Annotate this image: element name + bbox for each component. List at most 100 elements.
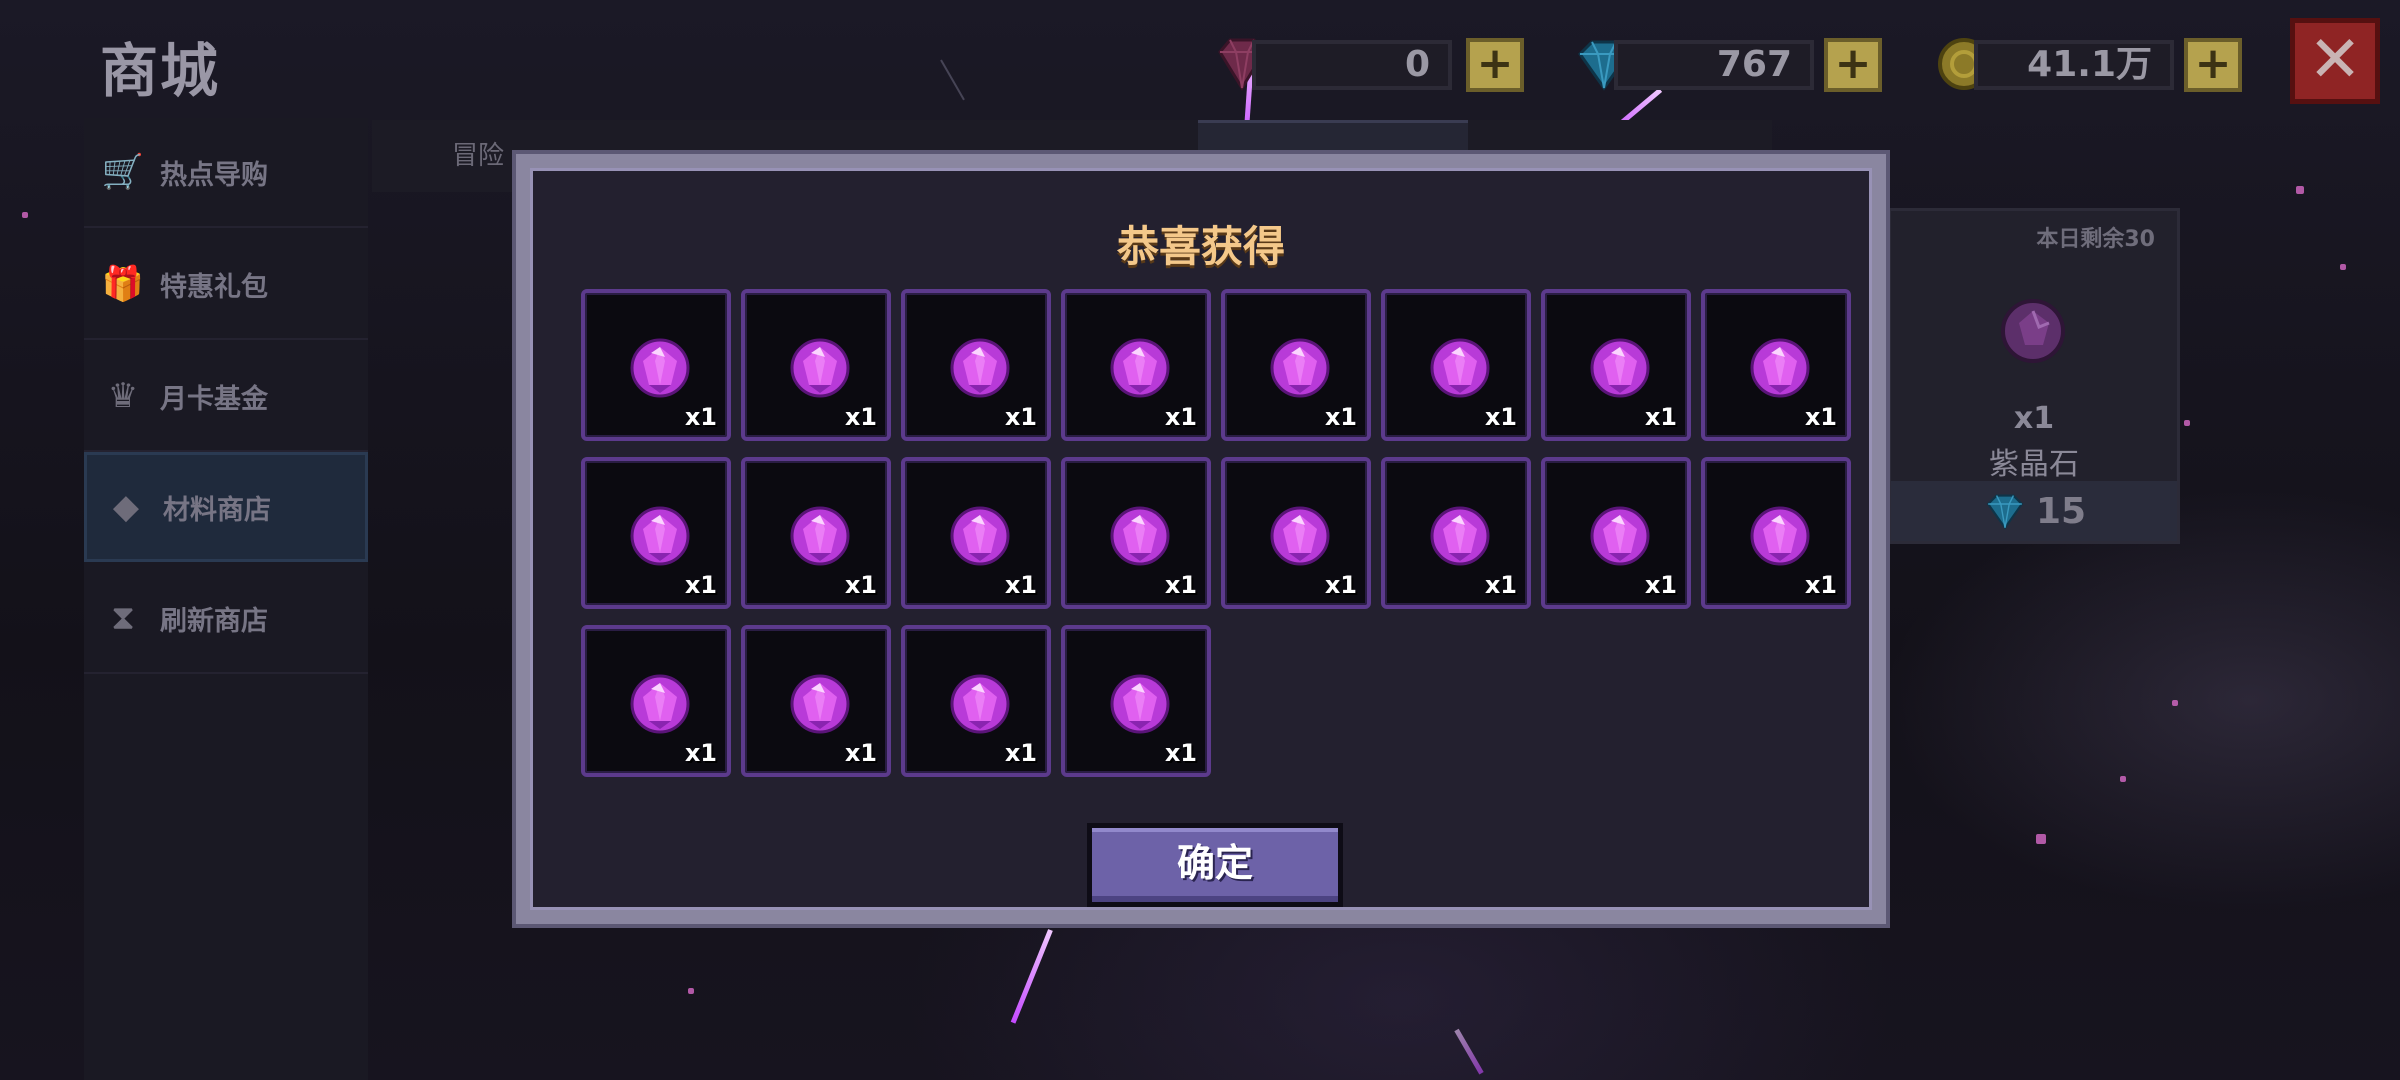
daily-remaining: 本日剩余30 — [2036, 227, 2155, 252]
modal-panel: 恭喜获得 x1 x1 x1 x1 x1 x1 x1 x1 x1 x1 x1 x1… — [530, 168, 1872, 910]
purple-crystal-icon — [630, 506, 690, 566]
sparkle — [2172, 700, 2178, 706]
sparkle — [2036, 834, 2046, 844]
purple-crystal-icon — [1590, 506, 1650, 566]
add-diamond-button[interactable]: + — [1824, 38, 1882, 92]
sidebar-item-monthly-card[interactable]: ♛ 月卡基金 — [84, 342, 368, 452]
buy-button[interactable]: 15 — [1891, 481, 2177, 541]
reward-count: x1 — [1324, 571, 1357, 599]
sparkle — [22, 212, 28, 218]
reward-slot[interactable]: x1 — [1061, 625, 1211, 777]
reward-slot[interactable]: x1 — [581, 289, 731, 441]
currency-value: 0 — [1252, 40, 1452, 90]
purple-crystal-icon — [1590, 338, 1650, 398]
sidebar-item-label: 特惠礼包 — [160, 271, 268, 303]
sidebar-item-label: 月卡基金 — [160, 383, 268, 415]
product-card[interactable]: 本日剩余30 x1 紫晶石 15 — [1888, 208, 2180, 544]
purple-crystal-icon — [950, 338, 1010, 398]
currency-blue-diamond: 767 + — [1574, 34, 1886, 94]
reward-count: x1 — [684, 403, 717, 431]
reward-slot[interactable]: x1 — [901, 625, 1051, 777]
purple-crystal-icon — [1110, 674, 1170, 734]
sidebar-item-label: 刷新商店 — [160, 605, 268, 637]
sparkle — [2184, 420, 2190, 426]
reward-count: x1 — [1644, 403, 1677, 431]
reward-slot[interactable]: x1 — [1221, 289, 1371, 441]
sidebar-item-gift[interactable]: 🎁 特惠礼包 — [84, 230, 368, 340]
cart-icon: 🛒 — [101, 152, 145, 192]
reward-slot[interactable]: x1 — [741, 625, 891, 777]
reward-slot[interactable]: x1 — [901, 457, 1051, 609]
sparkle — [2120, 776, 2126, 782]
sidebar-item-label: 热点导购 — [160, 159, 268, 191]
reward-count: x1 — [1484, 571, 1517, 599]
purple-crystal-icon — [790, 506, 850, 566]
gem-icon: ◆ — [112, 487, 140, 527]
reward-slot[interactable]: x1 — [1061, 457, 1211, 609]
purple-crystal-icon — [1270, 338, 1330, 398]
purple-crystal-icon — [1270, 506, 1330, 566]
reward-slot[interactable]: x1 — [1701, 289, 1851, 441]
reward-count: x1 — [844, 571, 877, 599]
modal-title: 恭喜获得 — [1116, 222, 1285, 271]
purple-crystal-icon — [2001, 299, 2065, 363]
sidebar-item-material-shop[interactable]: ◆ 材料商店 — [84, 452, 368, 562]
gift-icon: 🎁 — [101, 264, 145, 304]
reward-slot[interactable]: x1 — [1701, 457, 1851, 609]
currency-value: 767 — [1614, 40, 1814, 90]
reward-count: x1 — [1644, 571, 1677, 599]
purple-crystal-icon — [1110, 338, 1170, 398]
purple-crystal-icon — [950, 506, 1010, 566]
blue-diamond-icon — [1986, 494, 2024, 530]
reward-slot[interactable]: x1 — [1381, 289, 1531, 441]
sparkle — [2340, 264, 2346, 270]
sidebar-item-label: 材料商店 — [163, 494, 271, 526]
reward-slot[interactable]: x1 — [1221, 457, 1371, 609]
sparkle — [688, 988, 694, 994]
purple-crystal-icon — [630, 674, 690, 734]
purple-crystal-icon — [790, 674, 850, 734]
currency-red-gem: 0 + — [1212, 34, 1524, 94]
product-price: 15 — [2035, 490, 2087, 532]
currency-gold-coin: 41.1万 + — [1934, 34, 2246, 94]
reward-count: x1 — [1804, 403, 1837, 431]
sidebar-item-hot[interactable]: 🛒 热点导购 — [84, 118, 368, 228]
purple-crystal-icon — [1750, 506, 1810, 566]
product-quantity: x1 — [2013, 401, 2055, 436]
add-gold-button[interactable]: + — [2184, 38, 2242, 92]
currency-value: 41.1万 — [1974, 40, 2174, 90]
reward-count: x1 — [1004, 739, 1037, 767]
reward-slot[interactable]: x1 — [581, 625, 731, 777]
sparkle — [2296, 186, 2304, 194]
reward-slot[interactable]: x1 — [1541, 457, 1691, 609]
purple-crystal-icon — [1110, 506, 1170, 566]
sidebar: 🛒 热点导购 🎁 特惠礼包 ♛ 月卡基金 ◆ 材料商店 ⧗ 刷新商店 — [84, 118, 368, 1080]
card-icon: ♛ — [107, 376, 139, 416]
reward-slot[interactable]: x1 — [741, 289, 891, 441]
sidebar-item-refresh-shop[interactable]: ⧗ 刷新商店 — [84, 564, 368, 674]
reward-count: x1 — [1164, 571, 1197, 599]
confirm-button[interactable]: 确定 — [1087, 823, 1343, 907]
hourglass-icon: ⧗ — [111, 598, 135, 638]
reward-count: x1 — [1324, 403, 1357, 431]
reward-slot[interactable]: x1 — [1061, 289, 1211, 441]
reward-slot[interactable]: x1 — [741, 457, 891, 609]
reward-count: x1 — [684, 739, 717, 767]
purple-crystal-icon — [1750, 338, 1810, 398]
reward-count: x1 — [844, 739, 877, 767]
purple-crystal-icon — [1430, 338, 1490, 398]
purple-crystal-icon — [1430, 506, 1490, 566]
close-button[interactable]: ✕ — [2290, 18, 2380, 104]
reward-slot[interactable]: x1 — [1381, 457, 1531, 609]
page-title: 商城 — [100, 37, 221, 105]
reward-count: x1 — [844, 403, 877, 431]
reward-count: x1 — [1004, 403, 1037, 431]
reward-count: x1 — [1484, 403, 1517, 431]
reward-slot[interactable]: x1 — [1541, 289, 1691, 441]
reward-count: x1 — [1164, 739, 1197, 767]
purple-crystal-icon — [630, 338, 690, 398]
add-red-gem-button[interactable]: + — [1466, 38, 1524, 92]
reward-slot[interactable]: x1 — [901, 289, 1051, 441]
reward-count: x1 — [1164, 403, 1197, 431]
reward-slot[interactable]: x1 — [581, 457, 731, 609]
